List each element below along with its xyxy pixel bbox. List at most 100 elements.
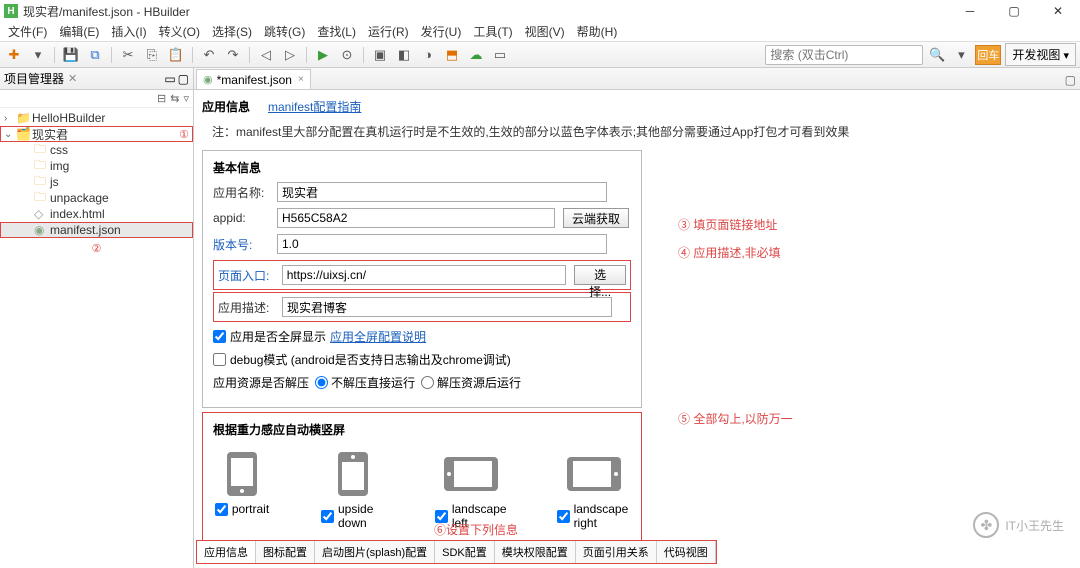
go-button[interactable]: 回车 <box>975 45 1001 65</box>
desc-label: 应用描述: <box>218 299 274 316</box>
new-dropdown-icon[interactable]: ▾ <box>28 45 48 65</box>
browser-icon[interactable]: ◑ <box>418 45 438 65</box>
app-name-label: 应用名称: <box>213 184 269 201</box>
menu-insert[interactable]: 插入(I) <box>105 21 152 42</box>
preview-icon[interactable]: ◧ <box>394 45 414 65</box>
search-menu-icon[interactable]: ▾ <box>951 45 971 65</box>
menu-release[interactable]: 发行(U) <box>415 21 468 42</box>
debug-icon[interactable]: ⊙ <box>337 45 357 65</box>
watermark-text: IT小王先生 <box>1005 517 1064 534</box>
upside-down-icon <box>324 452 382 496</box>
panel-minimize-icon[interactable]: ▭ <box>164 72 175 86</box>
file-icon: ◉ <box>203 73 213 86</box>
editor-maximize-icon[interactable]: ▢ <box>1061 71 1080 89</box>
panel-close-icon[interactable]: ✕ <box>68 72 77 85</box>
save-all-icon[interactable]: ⧉ <box>85 45 105 65</box>
radio-extract[interactable] <box>421 376 434 389</box>
tab-app-info[interactable]: 应用信息 <box>197 541 256 563</box>
tab-splash-config[interactable]: 启动图片(splash)配置 <box>315 541 435 563</box>
tab-close-icon[interactable]: × <box>298 74 304 85</box>
redo-icon[interactable]: ↷ <box>223 45 243 65</box>
landscape-right-icon <box>565 452 623 496</box>
choose-button[interactable]: 选择... <box>574 265 626 285</box>
forward-icon[interactable]: ▷ <box>280 45 300 65</box>
package-icon[interactable]: ⬒ <box>442 45 462 65</box>
tree-item-img[interactable]: 🗀img <box>0 158 193 174</box>
run-icon[interactable]: ▶ <box>313 45 333 65</box>
collapse-all-icon[interactable]: ⊟ <box>157 92 166 105</box>
landscape-left-icon <box>442 452 500 496</box>
tab-module-perm[interactable]: 模块权限配置 <box>495 541 576 563</box>
debug-label: debug模式 (android是否支持日志输出及chrome调试) <box>230 351 511 368</box>
menu-select[interactable]: 选择(S) <box>206 21 258 42</box>
wechat-icon: ✤ <box>973 512 999 538</box>
manifest-guide-link[interactable]: manifest配置指南 <box>268 98 361 115</box>
basic-info-group: 基本信息 应用名称: appid: 云端获取 版本号: 页面入口: <box>202 150 642 408</box>
menu-goto[interactable]: 跳转(G) <box>258 21 311 42</box>
minimize-button[interactable]: ─ <box>952 0 988 22</box>
cut-icon[interactable]: ✂ <box>118 45 138 65</box>
cloud-fetch-button[interactable]: 云端获取 <box>563 208 629 228</box>
annotation-2: ② <box>0 242 193 255</box>
menu-view[interactable]: 视图(V) <box>519 21 571 42</box>
appid-input[interactable] <box>277 208 555 228</box>
panel-view-menu-icon[interactable]: ▿ <box>183 92 189 105</box>
tab-page-ref[interactable]: 页面引用关系 <box>576 541 657 563</box>
menu-tools[interactable]: 工具(T) <box>467 21 518 42</box>
manifest-note: 注：manifest里大部分配置在真机运行时是不生效的,生效的部分以蓝色字体表示… <box>202 121 1072 146</box>
version-input[interactable] <box>277 234 607 254</box>
copy-icon[interactable]: ⎘ <box>142 45 162 65</box>
entry-input[interactable] <box>282 265 566 285</box>
search-icon[interactable]: 🔍 <box>927 45 947 65</box>
close-button[interactable]: ✕ <box>1040 0 1076 22</box>
menubar: 文件(F) 编辑(E) 插入(I) 转义(O) 选择(S) 跳转(G) 查找(L… <box>0 22 1080 42</box>
version-label: 版本号: <box>213 236 269 253</box>
menu-find[interactable]: 查找(L) <box>311 21 362 42</box>
editor-tab-manifest[interactable]: ◉ *manifest.json × <box>196 69 311 89</box>
tab-sdk-config[interactable]: SDK配置 <box>435 541 495 563</box>
undo-icon[interactable]: ↶ <box>199 45 219 65</box>
tree-item-project[interactable]: ⌄🗂️ 现实君 ① <box>0 126 193 142</box>
menu-edit[interactable]: 编辑(E) <box>53 21 105 42</box>
cloud-icon[interactable]: ☁ <box>466 45 486 65</box>
panel-title: 项目管理器 <box>4 70 64 87</box>
resource-label: 应用资源是否解压 <box>213 374 309 391</box>
tree-item-js[interactable]: 🗀js <box>0 174 193 190</box>
radio-no-extract[interactable] <box>315 376 328 389</box>
maximize-button[interactable]: ▢ <box>996 0 1032 22</box>
terminal-icon[interactable]: ▣ <box>370 45 390 65</box>
link-editor-icon[interactable]: ⇆ <box>170 92 179 105</box>
basic-info-legend: 基本信息 <box>213 159 631 176</box>
watermark: ✤ IT小王先生 <box>973 512 1064 538</box>
menu-run[interactable]: 运行(R) <box>362 21 415 42</box>
paste-icon[interactable]: 📋 <box>166 45 186 65</box>
tab-icon-config[interactable]: 图标配置 <box>256 541 315 563</box>
tab-label: *manifest.json <box>217 73 292 87</box>
landscape-right-checkbox[interactable] <box>557 510 570 523</box>
new-icon[interactable]: ✚ <box>4 45 24 65</box>
menu-help[interactable]: 帮助(H) <box>571 21 624 42</box>
tree-item-manifest[interactable]: ◉manifest.json <box>0 222 193 238</box>
annotation-5: ⑤ 全部勾上,以防万一 <box>678 410 793 427</box>
portrait-checkbox[interactable] <box>215 503 228 516</box>
tree-item-css[interactable]: 🗀css <box>0 142 193 158</box>
tree-item-unpackage[interactable]: 🗀unpackage <box>0 190 193 206</box>
menu-file[interactable]: 文件(F) <box>2 21 53 42</box>
tree-item-index-html[interactable]: ◇index.html <box>0 206 193 222</box>
fullscreen-checkbox[interactable] <box>213 330 226 343</box>
tab-code-view[interactable]: 代码视图 <box>657 541 716 563</box>
upside-down-checkbox[interactable] <box>321 510 334 523</box>
menu-escape[interactable]: 转义(O) <box>153 21 206 42</box>
device-icon[interactable]: ▭ <box>490 45 510 65</box>
desc-input[interactable] <box>282 297 612 317</box>
section-app-info: 应用信息 <box>202 98 250 115</box>
debug-checkbox[interactable] <box>213 353 226 366</box>
back-icon[interactable]: ◁ <box>256 45 276 65</box>
perspective-button[interactable]: 开发视图 ▾ <box>1005 43 1076 66</box>
search-input[interactable] <box>765 45 923 65</box>
fullscreen-link[interactable]: 应用全屏配置说明 <box>330 328 426 345</box>
tree-item-hellohbuilder[interactable]: ›📁 HelloHBuilder <box>0 110 193 126</box>
panel-menu-icon[interactable]: ▢ <box>178 72 189 86</box>
app-name-input[interactable] <box>277 182 607 202</box>
save-icon[interactable]: 💾 <box>61 45 81 65</box>
